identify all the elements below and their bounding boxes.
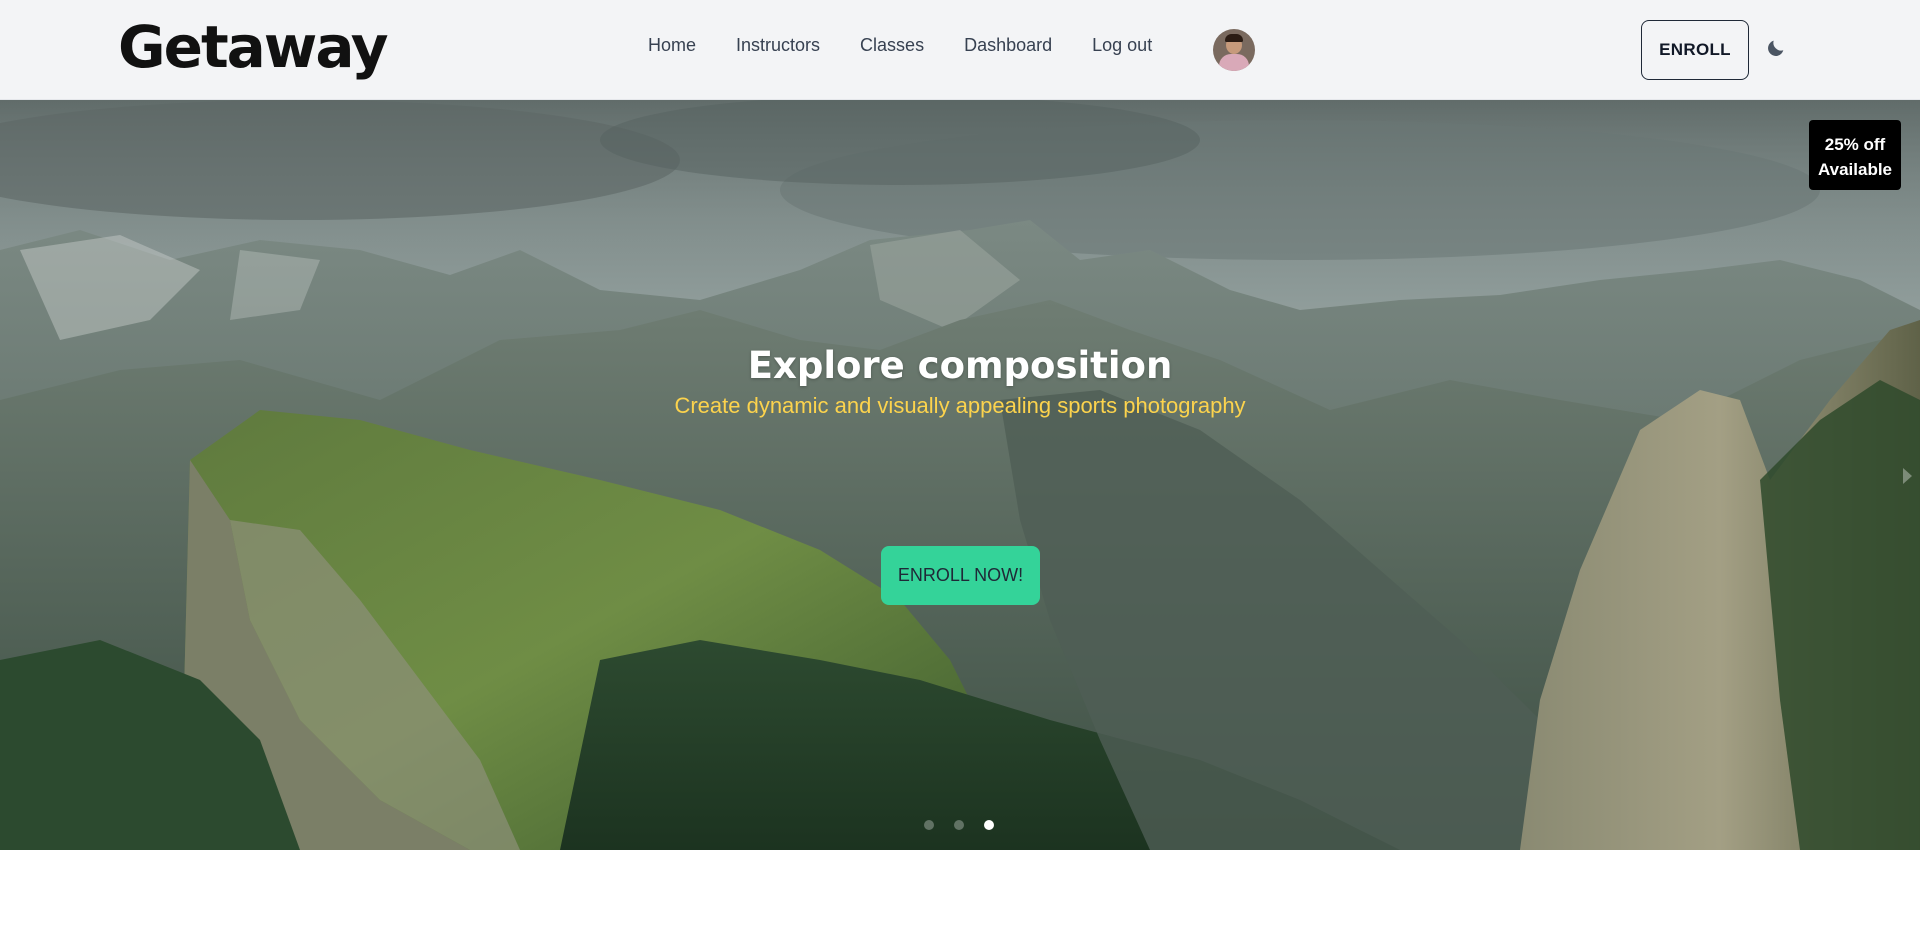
enroll-now-button[interactable]: ENROLL NOW! <box>881 546 1040 605</box>
main-nav: Home Instructors Classes Dashboard Log o… <box>648 30 1192 60</box>
nav-link-home[interactable]: Home <box>648 31 696 59</box>
avatar[interactable] <box>1213 29 1255 71</box>
hero-subtitle: Create dynamic and visually appealing sp… <box>674 393 1246 418</box>
carousel-dot-3[interactable] <box>984 820 994 830</box>
avatar-hair <box>1225 34 1243 42</box>
hero-title: Explore composition <box>747 344 1173 387</box>
moon-icon[interactable] <box>1765 37 1787 59</box>
carousel-dot-2[interactable] <box>954 820 964 830</box>
hero-background-image <box>0 100 1920 850</box>
nav-link-classes[interactable]: Classes <box>860 31 924 59</box>
nav-link-instructors[interactable]: Instructors <box>736 31 820 59</box>
navbar: Getaway Home Instructors Classes Dashboa… <box>0 0 1920 100</box>
logo[interactable]: Getaway <box>118 12 389 82</box>
discount-badge-line1: 25% off <box>1824 135 1886 154</box>
avatar-shirt <box>1219 54 1249 71</box>
chevron-right-icon[interactable] <box>1903 468 1912 484</box>
enroll-button[interactable]: ENROLL <box>1641 20 1749 80</box>
discount-badge: 25% off Available <box>1809 120 1901 190</box>
carousel-dots <box>924 820 1014 832</box>
carousel-dot-1[interactable] <box>924 820 934 830</box>
hero-carousel: 25% off Available Explore composition Cr… <box>0 100 1920 850</box>
nav-link-logout[interactable]: Log out <box>1092 31 1152 59</box>
discount-badge-line2: Available <box>1817 160 1893 179</box>
nav-link-dashboard[interactable]: Dashboard <box>964 31 1052 59</box>
